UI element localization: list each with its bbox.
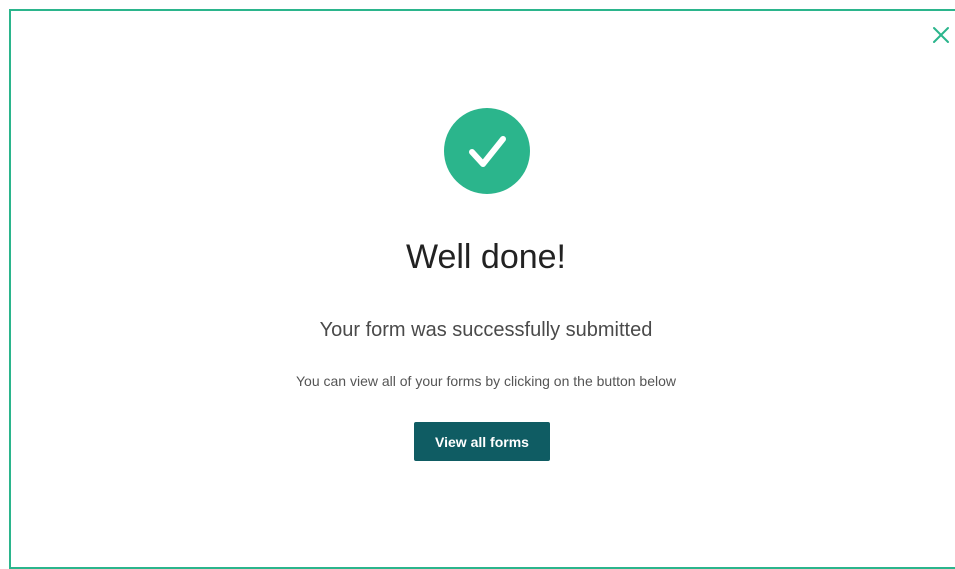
close-icon[interactable] bbox=[930, 24, 952, 46]
checkmark-icon bbox=[469, 136, 506, 167]
success-check-icon bbox=[444, 108, 530, 194]
dialog-subtitle: Your form was successfully submitted bbox=[319, 319, 653, 341]
success-dialog bbox=[9, 9, 955, 569]
dialog-title: Well done! bbox=[405, 238, 567, 276]
view-all-forms-button[interactable]: View all forms bbox=[414, 422, 550, 461]
dialog-hint: You can view all of your forms by clicki… bbox=[295, 373, 677, 389]
